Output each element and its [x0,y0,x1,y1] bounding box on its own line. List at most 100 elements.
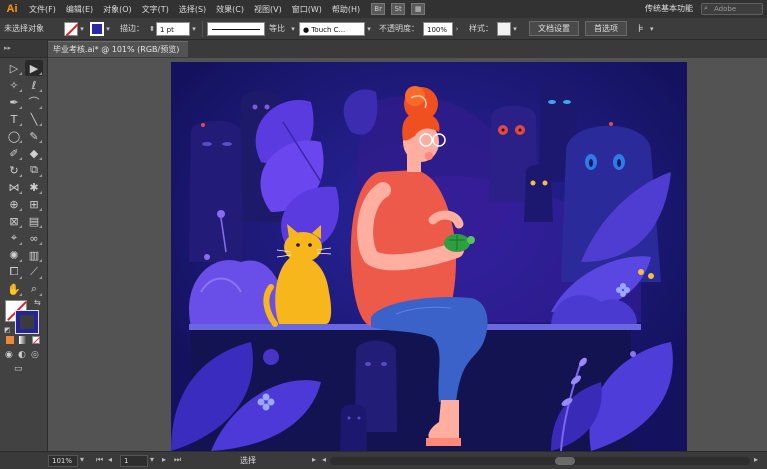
line-tool-icon[interactable]: ╲ [25,111,43,127]
chevron-down-icon[interactable]: ▾ [150,455,154,464]
artboard[interactable] [171,62,687,451]
direct-selection-tool-icon[interactable]: ▷ [5,60,23,76]
scale-tool-icon[interactable]: ⧉ [25,162,43,178]
chevron-down-icon[interactable]: ▾ [104,25,112,33]
eraser-tool-icon[interactable]: ◆ [25,145,43,161]
draw-behind-icon[interactable]: ◐ [18,350,26,360]
tools-panel: ▸▸ ▷ ▶ ✧ ℓ ✒ ⌒ T ╲ ◯ ✎ ✐ ◆ ↻ ⧉ ⋈ ✱ ⊕ ⊞ ⊠… [0,40,48,451]
control-bar: 未选择对象 ▾ ▾ 描边： ⬍ 1 pt ▾ 等比 ▾ ● Touch C...… [0,18,767,40]
chevron-down-icon[interactable]: ▾ [365,25,373,33]
style-label: 样式： [469,24,493,33]
stroke-profile-preview[interactable] [207,21,265,36]
chevron-right-icon[interactable]: › [453,25,461,33]
shape-builder-tool-icon[interactable]: ⊕ [5,196,23,212]
horizontal-scrollbar[interactable] [330,457,750,465]
scrollbar-thumb[interactable] [555,457,575,465]
artboard-tool-icon[interactable]: ⧠ [5,264,23,280]
slice-tool-icon[interactable]: ⟋ [25,264,43,280]
document-setup-button[interactable]: 文档设置 [529,21,579,36]
brush-definition-field[interactable]: ● Touch C... [299,21,365,36]
stroke-label[interactable]: 描边： [116,23,148,34]
menu-object[interactable]: 对象(O) [98,4,137,15]
previous-artboard-icon[interactable]: ◂ [108,455,112,464]
type-tool-icon[interactable]: T [5,111,23,127]
chevron-down-icon[interactable]: ▾ [511,25,519,33]
stepper-icon[interactable]: ⬍ [148,25,156,33]
shadow-creature [524,164,553,222]
screen-mode-icon[interactable]: ▭ [14,364,23,374]
menu-window[interactable]: 窗口(W) [287,4,327,15]
workspace-switcher[interactable]: 传统基本功能 [645,3,693,14]
document-tab[interactable]: 毕业考核.ai* @ 101% (RGB/预览) [48,41,188,57]
lasso-tool-icon[interactable]: ℓ [25,77,43,93]
puppet-warp-tool-icon[interactable]: ✱ [25,179,43,195]
blend-tool-icon[interactable]: ∞ [25,230,43,246]
zoom-tool-icon[interactable]: ⌕ [25,281,43,297]
menu-edit[interactable]: 编辑(E) [61,4,98,15]
chevron-down-icon[interactable]: ▾ [80,455,84,464]
gradient-mode-icon[interactable] [19,336,27,344]
scroll-left-icon[interactable]: ◂ [322,455,326,464]
stock-icon[interactable]: St [391,3,406,15]
arrange-icon[interactable]: ⊧ [634,22,648,35]
column-graph-tool-icon[interactable]: ▥ [25,247,43,263]
app-logo: Ai [6,3,18,15]
bridge-icon[interactable]: Br [371,3,386,15]
shadow-creature [189,120,243,262]
width-tool-icon[interactable]: ⋈ [5,179,23,195]
selection-tool-icon[interactable]: ▶ [25,60,43,76]
color-mode-icon[interactable] [6,336,14,344]
magic-wand-tool-icon[interactable]: ✧ [5,77,23,93]
draw-inside-icon[interactable]: ◎ [31,350,39,360]
swap-fill-stroke-icon[interactable]: ⇆ [34,298,41,307]
eyedropper-tool-icon[interactable]: ⌖ [5,230,23,246]
curvature-tool-icon[interactable]: ⌒ [25,94,43,110]
stroke-swatch[interactable] [90,21,104,36]
hand-tool-icon[interactable]: ✋ [5,281,23,297]
fill-swatch[interactable] [64,21,78,36]
chevron-down-icon[interactable]: ▾ [78,25,86,33]
symbol-sprayer-tool-icon[interactable]: ✺ [5,247,23,263]
artboard-number-field[interactable]: 1 [120,455,148,467]
zoom-field[interactable]: 101% [48,455,78,467]
scroll-right-icon[interactable]: ▸ [754,455,758,464]
draw-mode-icon[interactable]: ◉ [5,350,13,360]
menu-effect[interactable]: 效果(C) [211,4,249,15]
menu-bar: Ai 文件(F) 编辑(E) 对象(O) 文字(T) 选择(S) 效果(C) 视… [0,0,767,18]
preferences-button[interactable]: 首选项 [585,21,627,36]
chevron-down-icon[interactable]: ▾ [648,25,656,33]
arrange-documents-icon[interactable]: ▦ [411,3,426,15]
menu-help[interactable]: 帮助(H) [327,4,365,15]
none-mode-icon[interactable] [32,336,41,345]
last-artboard-icon[interactable]: ⏭ [174,455,181,465]
menu-view[interactable]: 视图(V) [249,4,287,15]
menu-select[interactable]: 选择(S) [174,4,211,15]
opacity-label[interactable]: 不透明度： [375,23,423,34]
mesh-tool-icon[interactable]: ⊠ [5,213,23,229]
opacity-field[interactable]: 100% [423,21,453,36]
perspective-grid-tool-icon[interactable]: ⊞ [25,196,43,212]
chevron-down-icon[interactable]: ▾ [190,25,198,33]
search-input[interactable]: Adobe [701,3,763,15]
stroke-profile-label: 等比 [269,24,285,33]
brush-name: Touch C... [311,25,346,34]
menu-file[interactable]: 文件(F) [24,4,61,15]
tools-panel-header[interactable]: ▸▸ [0,40,47,58]
next-artboard-icon[interactable]: ▸ [162,455,166,464]
rotate-tool-icon[interactable]: ↻ [5,162,23,178]
default-colors-icon[interactable]: ◩ [4,326,11,334]
gradient-tool-icon[interactable]: ▤ [25,213,43,229]
current-tool-label: 选择 [240,456,256,465]
chevron-right-icon[interactable]: ▸ [312,455,316,464]
first-artboard-icon[interactable]: ⏮ [96,455,103,465]
ellipse-tool-icon[interactable]: ◯ [5,128,23,144]
pen-tool-icon[interactable]: ✒ [5,94,23,110]
graphic-style-swatch[interactable] [497,21,511,36]
chevron-down-icon[interactable]: ▾ [289,25,297,33]
stroke-weight-field[interactable]: 1 pt [156,21,190,36]
paintbrush-tool-icon[interactable]: ✎ [25,128,43,144]
menu-type[interactable]: 文字(T) [137,4,174,15]
shaper-tool-icon[interactable]: ✐ [5,145,23,161]
stroke-color-box[interactable] [16,311,38,333]
brush-dot-icon: ● [303,25,310,34]
